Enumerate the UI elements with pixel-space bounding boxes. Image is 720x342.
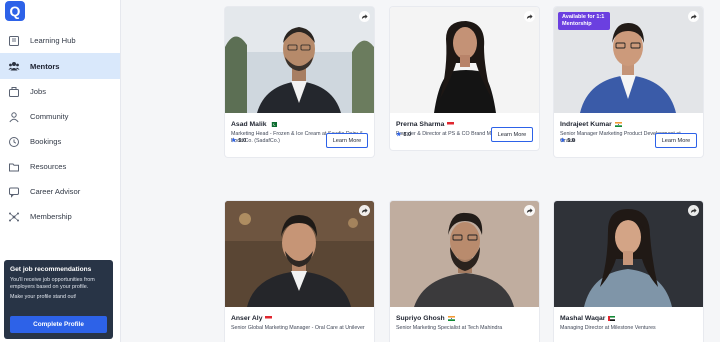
mentor-card[interactable]: Available for 1:1 Mentorship Indrajeet K… xyxy=(554,7,703,157)
mentor-name-text: Anser Aly xyxy=(231,315,263,322)
sidebar-item-label: Bookings xyxy=(30,137,62,146)
mentor-card[interactable]: Asad Malik Marketing Head - Frozen & Ice… xyxy=(225,7,374,157)
sidebar-item-label: Membership xyxy=(30,212,72,221)
share-icon[interactable] xyxy=(524,205,535,216)
book-icon xyxy=(8,35,20,47)
community-icon xyxy=(8,111,20,123)
star-icon: ★ xyxy=(396,132,402,138)
sidebar-item-community[interactable]: Community xyxy=(0,104,120,129)
mentor-photo xyxy=(390,201,539,307)
mentor-name: Asad Malik xyxy=(231,121,368,128)
learn-more-button[interactable]: Learn More xyxy=(491,127,533,142)
mentor-name: Indrajeet Kumar xyxy=(560,121,697,128)
mentor-role: Senior Global Marketing Manager - Oral C… xyxy=(231,325,365,331)
sidebar-item-jobs[interactable]: Jobs xyxy=(0,79,120,104)
sidebar-item-label: Community xyxy=(30,112,69,121)
sidebar-item-label: Jobs xyxy=(30,87,47,96)
flag-singapore-icon xyxy=(265,316,273,321)
sidebar-item-bookings[interactable]: Bookings xyxy=(0,129,120,154)
mentor-photo xyxy=(225,7,374,113)
mentor-photo: Available for 1:1 Mentorship xyxy=(554,7,703,113)
rating-value: 5.0 xyxy=(403,131,412,138)
mentor-card[interactable]: Anser Aly Senior Global Marketing Manage… xyxy=(225,201,374,342)
flag-pakistan-icon xyxy=(269,122,277,127)
clock-icon xyxy=(8,136,20,148)
learn-more-button[interactable]: Learn More xyxy=(326,133,368,148)
mentor-role: Managing Director at Milestone Ventures xyxy=(560,325,656,331)
sidebar-item-career-advisor[interactable]: Career Advisor xyxy=(0,179,120,204)
promo-subtext: Make your profile stand out! xyxy=(10,294,77,300)
folder-icon xyxy=(8,161,20,173)
sidebar-item-label: Mentors xyxy=(30,61,60,71)
sidebar-nav: Learning Hub Mentors Jobs Community Book… xyxy=(0,28,120,229)
mentor-card[interactable]: Mashal Waqar Managing Director at Milest… xyxy=(554,201,703,342)
chat-icon xyxy=(8,186,20,198)
share-icon[interactable] xyxy=(688,11,699,22)
mentor-card[interactable]: Supriyo Ghosh Senior Marketing Specialis… xyxy=(390,201,539,342)
availability-badge: Available for 1:1 Mentorship xyxy=(558,12,610,30)
share-icon[interactable] xyxy=(359,11,370,22)
mentor-rating: ★ 5.0 xyxy=(396,131,412,139)
rating-value: 5.0 xyxy=(567,137,576,144)
logo[interactable]: Q xyxy=(5,1,25,21)
flag-india-icon xyxy=(447,316,455,321)
mentor-photo xyxy=(225,201,374,307)
mentor-card[interactable]: Prerna Sharma Founder & Director at PS &… xyxy=(390,7,539,150)
promo-title: Get job recommendations xyxy=(10,266,92,273)
mentor-name: Supriyo Ghosh xyxy=(396,315,533,322)
mentor-name-text: Mashal Waqar xyxy=(560,315,606,322)
mentor-role: Senior Marketing Specialist at Tech Mahi… xyxy=(396,325,503,331)
mentor-rating: ★ 5.0 xyxy=(231,137,247,145)
mentor-photo xyxy=(390,7,539,113)
sidebar: Q Learning Hub Mentors Jobs Community Bo… xyxy=(0,0,121,342)
learn-more-button[interactable]: Learn More xyxy=(655,133,697,148)
complete-profile-button[interactable]: Complete Profile xyxy=(10,316,107,333)
share-icon[interactable] xyxy=(359,205,370,216)
app: Q Learning Hub Mentors Jobs Community Bo… xyxy=(0,0,720,342)
mentor-name: Anser Aly xyxy=(231,315,368,322)
flag-india-icon xyxy=(614,122,622,127)
job-recommendations-card: Get job recommendations You'll receive j… xyxy=(4,260,113,339)
star-icon: ★ xyxy=(231,138,237,144)
rating-value: 5.0 xyxy=(238,137,247,144)
mentor-photo xyxy=(554,201,703,307)
sidebar-item-label: Learning Hub xyxy=(30,36,76,45)
share-icon[interactable] xyxy=(524,11,535,22)
briefcase-icon xyxy=(8,86,20,98)
sidebar-item-membership[interactable]: Membership xyxy=(0,204,120,229)
sidebar-item-label: Career Advisor xyxy=(30,187,81,196)
star-icon: ★ xyxy=(560,138,566,144)
flag-uae-icon xyxy=(608,316,616,321)
mentor-rating: ★ 5.0 xyxy=(560,137,576,145)
mentor-name-text: Asad Malik xyxy=(231,121,267,128)
mentor-name-text: Supriyo Ghosh xyxy=(396,315,445,322)
share-icon[interactable] xyxy=(688,205,699,216)
sidebar-item-mentors[interactable]: Mentors xyxy=(0,53,120,79)
mentor-name-text: Indrajeet Kumar xyxy=(560,121,612,128)
sidebar-item-resources[interactable]: Resources xyxy=(0,154,120,179)
sidebar-item-label: Resources xyxy=(30,162,67,171)
promo-text: You'll receive job opportunities from em… xyxy=(10,277,95,290)
sidebar-item-learning-hub[interactable]: Learning Hub xyxy=(0,28,120,53)
people-icon xyxy=(8,60,20,72)
network-icon xyxy=(8,211,20,223)
mentors-grid: Asad Malik Marketing Head - Frozen & Ice… xyxy=(121,0,720,342)
mentor-name: Mashal Waqar xyxy=(560,315,697,322)
